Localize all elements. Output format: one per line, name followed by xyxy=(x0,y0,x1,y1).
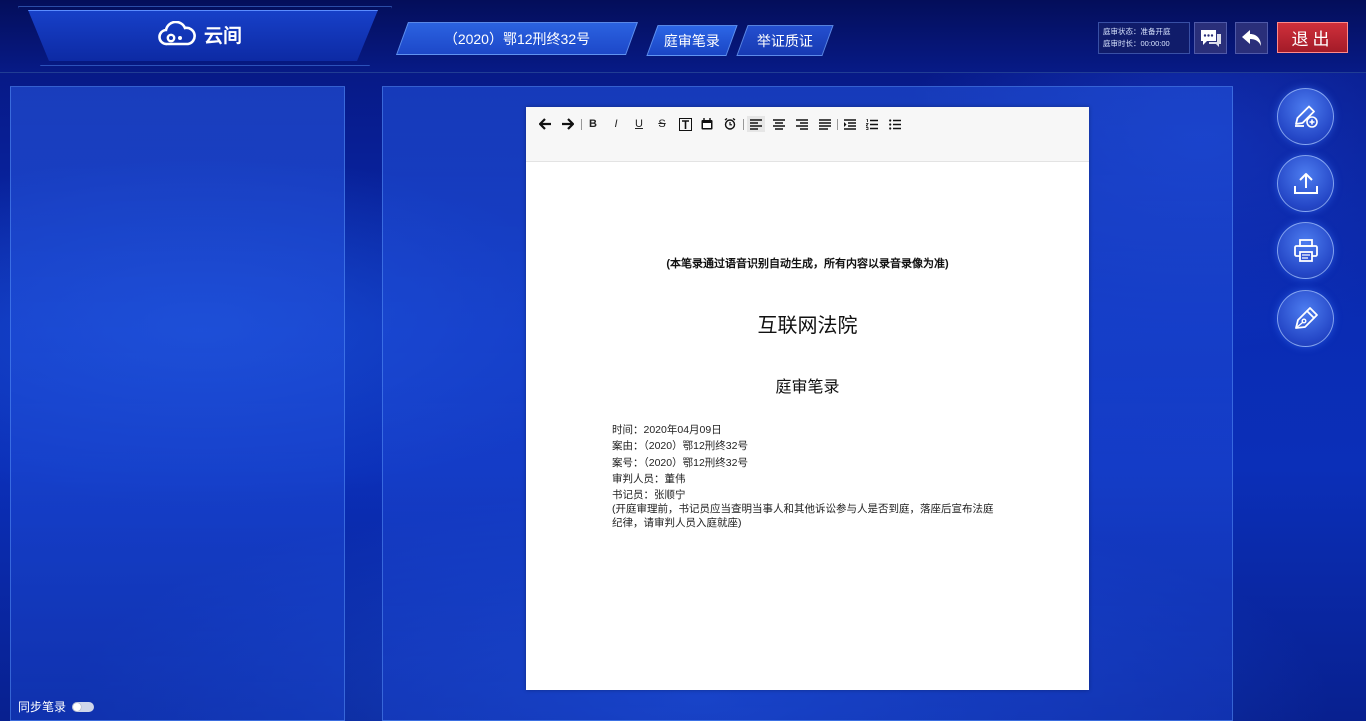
record-cause: 案由：（2020）鄂12刑终32号 xyxy=(612,440,748,453)
sync-notes-label: 同步笔录 xyxy=(18,700,67,714)
toolbar-separator xyxy=(743,119,744,130)
align-left-button[interactable] xyxy=(747,116,765,132)
auto-generated-note: (本笔录通过语音识别自动生成，所有内容以录音录像为准) xyxy=(666,258,949,270)
document-body[interactable]: 时间：2020年04月09日 案由：（2020）鄂12刑终32号 案号：（202… xyxy=(612,422,1002,530)
trial-duration: 庭审时长：00:00:00 xyxy=(1103,39,1170,48)
italic-icon: I xyxy=(614,118,618,130)
record-clerk: 书记员：张顺宁 xyxy=(612,489,686,502)
tab-court-record-label: 庭审笔录 xyxy=(664,32,720,49)
text-box-icon xyxy=(678,117,692,131)
sign-button[interactable] xyxy=(1277,290,1334,347)
toolbar-separator xyxy=(837,119,838,130)
calendar-button[interactable] xyxy=(698,116,716,132)
print-icon xyxy=(1293,238,1318,262)
align-left-icon xyxy=(750,118,762,130)
trial-state: 庭审状态：准备开庭 xyxy=(1103,27,1171,36)
redo-button[interactable] xyxy=(558,116,576,132)
toolbar-separator xyxy=(581,119,582,130)
edit-note-icon xyxy=(1294,105,1318,128)
redo-icon xyxy=(561,118,574,130)
edit-note-button[interactable] xyxy=(1277,88,1334,145)
align-center-button[interactable] xyxy=(770,116,788,132)
cloud-logo-icon xyxy=(158,21,196,46)
ordered-list-button[interactable] xyxy=(863,116,881,132)
record-judge: 审判人员：董伟 xyxy=(612,472,686,485)
top-bar: 云间 （2020）鄂12刑终32号 庭审笔录 举证质证 庭审状态：准备开庭 庭审… xyxy=(0,0,1366,73)
unordered-list-icon xyxy=(889,118,901,130)
tab-evidence-label: 举证质证 xyxy=(757,32,813,49)
calendar-icon xyxy=(701,118,713,130)
unordered-list-button[interactable] xyxy=(886,116,904,132)
sync-notes-control: 同步笔录 xyxy=(18,698,95,715)
underline-icon: U xyxy=(635,118,643,130)
print-button[interactable] xyxy=(1277,222,1334,279)
left-panel xyxy=(10,86,345,721)
sync-notes-toggle[interactable] xyxy=(72,701,95,712)
back-button[interactable] xyxy=(1235,22,1268,54)
bold-icon: B xyxy=(589,118,597,130)
exit-button[interactable]: 退出 xyxy=(1277,22,1348,53)
indent-button[interactable] xyxy=(841,116,859,132)
record-case-number: 案号：（2020）鄂12刑终32号 xyxy=(612,456,748,469)
brand-name: 云间 xyxy=(204,25,243,47)
tab-evidence[interactable]: 举证质证 xyxy=(736,25,834,56)
strikethrough-icon: S xyxy=(658,118,666,130)
bold-button[interactable]: B xyxy=(584,116,602,132)
document-title: 庭审笔录 xyxy=(775,377,840,396)
sign-pen-icon xyxy=(1294,306,1318,329)
editor-toolbar: B I U S xyxy=(526,107,1089,162)
chat-icon xyxy=(1200,30,1221,47)
alarm-button[interactable] xyxy=(721,116,739,132)
upload-icon xyxy=(1293,172,1318,194)
align-justify-button[interactable] xyxy=(816,116,834,132)
align-center-icon xyxy=(773,118,785,130)
align-justify-icon xyxy=(819,118,831,130)
strikethrough-button[interactable]: S xyxy=(653,116,671,132)
align-right-button[interactable] xyxy=(793,116,811,132)
text-box-button[interactable] xyxy=(676,116,694,132)
undo-icon xyxy=(538,118,551,130)
brand: 云间 xyxy=(158,19,242,49)
exit-button-label: 退出 xyxy=(1291,30,1334,49)
ordered-list-icon xyxy=(866,118,878,130)
trial-status-box: 庭审状态：准备开庭 庭审时长：00:00:00 xyxy=(1098,22,1190,54)
tab-court-record[interactable]: 庭审笔录 xyxy=(646,25,738,56)
underline-button[interactable]: U xyxy=(630,116,648,132)
back-arrow-icon xyxy=(1241,30,1261,46)
document-editor[interactable]: B I U S (本笔录通过语音识别自动生成，所有内容以录音录像为准) 互联网法… xyxy=(526,107,1089,690)
alarm-clock-icon xyxy=(724,118,736,130)
upload-button[interactable] xyxy=(1277,155,1334,212)
undo-button[interactable] xyxy=(536,116,554,132)
tab-case-number-label: （2020）鄂12刑终32号 xyxy=(443,30,591,47)
italic-button[interactable]: I xyxy=(607,116,625,132)
indent-icon xyxy=(844,118,856,130)
record-instruction: (开庭审理前，书记员应当查明当事人和其他诉讼参与人是否到庭，落座后宣布法庭纪律，… xyxy=(612,503,994,529)
align-right-icon xyxy=(796,118,808,130)
chat-button[interactable] xyxy=(1194,22,1227,54)
tab-case-number[interactable]: （2020）鄂12刑终32号 xyxy=(395,22,639,55)
record-time: 时间：2020年04月09日 xyxy=(612,424,722,436)
court-name: 互联网法院 xyxy=(757,313,858,337)
